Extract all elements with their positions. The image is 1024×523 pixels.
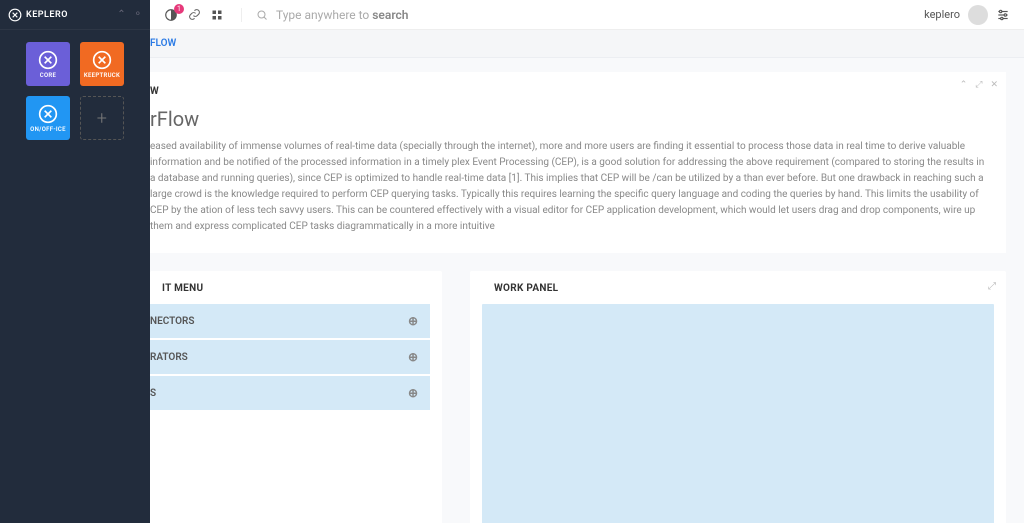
work-panel-title: WORK PANEL — [482, 283, 994, 304]
expand-icon[interactable]: ⤢ — [975, 80, 982, 90]
notification-badge: 1 — [174, 4, 184, 14]
main-area: 1 Type anywhere to search keplero — [150, 0, 1024, 523]
app-tile-label: KEEPTRUCK — [84, 72, 120, 79]
topbar: 1 Type anywhere to search keplero — [150, 0, 1024, 30]
app-tile-keeptruck[interactable]: KEEPTRUCK — [80, 42, 124, 86]
search-placeholder: Type anywhere to search — [276, 8, 408, 22]
settings-icon[interactable] — [996, 8, 1010, 22]
settings-dot-icon[interactable]: ⚬ — [134, 9, 142, 20]
plus-icon: ⊕ — [408, 386, 418, 400]
brand: KEPLERO — [8, 8, 68, 22]
menu-item-connectors[interactable]: NECTORS ⊕ — [150, 304, 430, 338]
user-name: keplero — [924, 8, 960, 21]
breadcrumb: FLOW — [150, 30, 1024, 58]
brand-header: KEPLERO ⌃ ⚬ — [0, 0, 150, 30]
grid-icon[interactable] — [211, 9, 223, 21]
app-tile-add[interactable]: + — [80, 96, 124, 140]
menu-item-label: S — [150, 388, 156, 399]
intro-body: eased availability of immense volumes of… — [150, 139, 988, 235]
notifications-icon[interactable]: 1 — [164, 8, 178, 22]
search-box[interactable]: Type anywhere to search — [241, 8, 912, 22]
work-canvas[interactable] — [482, 304, 994, 523]
plus-icon: ⊕ — [408, 350, 418, 364]
app-tiles: CORE KEEPTRUCK ON/OFF-ICE + — [0, 30, 150, 152]
user-menu[interactable]: keplero — [924, 5, 1010, 25]
close-icon[interactable]: ✕ — [990, 80, 998, 90]
app-tile-label: CORE — [40, 72, 56, 79]
app-tile-label: ON/OFF-ICE — [30, 126, 66, 133]
app-icon — [38, 50, 58, 70]
brand-text: KEPLERO — [26, 10, 68, 20]
page-body: ⌃ ⤢ ✕ W rFlow eased availability of imme… — [150, 58, 1024, 523]
app-icon — [92, 50, 112, 70]
component-menu-panel: IT MENU NECTORS ⊕ RATORS ⊕ S ⊕ — [150, 271, 442, 523]
collapse-icon[interactable]: ⌃ — [960, 80, 968, 90]
avatar — [968, 5, 988, 25]
menu-item-label: NECTORS — [150, 316, 194, 327]
link-icon[interactable] — [188, 8, 201, 21]
menu-item-operators[interactable]: RATORS ⊕ — [150, 340, 430, 374]
intro-small-title: W — [150, 86, 988, 97]
work-panel: ⤢ WORK PANEL — [470, 271, 1006, 523]
chevron-up-icon[interactable]: ⌃ — [117, 9, 125, 20]
intro-title: rFlow — [150, 107, 988, 131]
menu-item-label: RATORS — [150, 352, 188, 363]
breadcrumb-item[interactable]: FLOW — [150, 38, 176, 49]
app-icon — [38, 104, 58, 124]
intro-card: ⌃ ⤢ ✕ W rFlow eased availability of imme… — [150, 72, 1006, 253]
menu-item-s[interactable]: S ⊕ — [150, 376, 430, 410]
search-icon — [256, 9, 268, 21]
app-tile-core[interactable]: CORE — [26, 42, 70, 86]
expand-icon[interactable]: ⤢ — [988, 281, 996, 292]
app-switcher-panel: KEPLERO ⌃ ⚬ CORE KEEPTRUCK ON/OFF-ICE + — [0, 0, 150, 523]
brand-icon — [8, 8, 22, 22]
plus-icon: ⊕ — [408, 314, 418, 328]
app-tile-onoffice[interactable]: ON/OFF-ICE — [26, 96, 70, 140]
component-menu-title: IT MENU — [150, 283, 442, 304]
